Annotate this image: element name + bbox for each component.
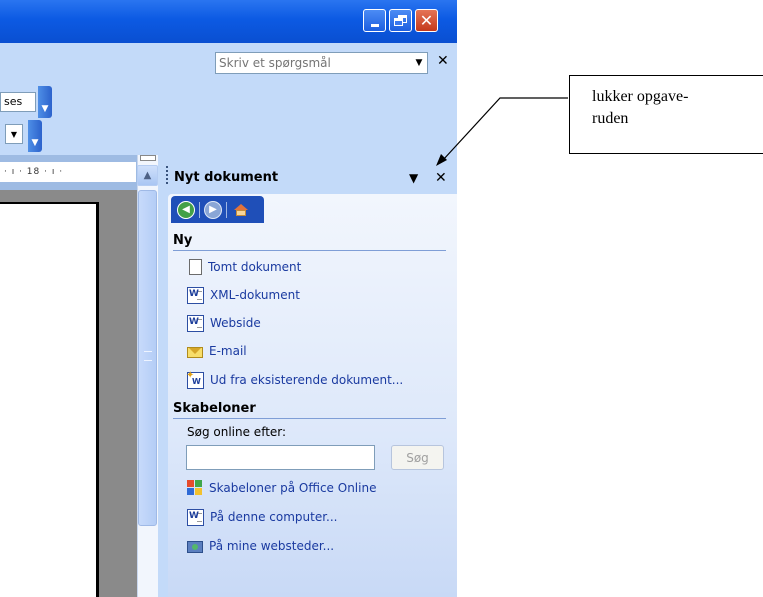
callout-text-line2: ruden (592, 110, 629, 127)
callout-text-line1: lukker opgave- (592, 88, 689, 105)
callout-box: lukker opgave- ruden (569, 75, 763, 154)
